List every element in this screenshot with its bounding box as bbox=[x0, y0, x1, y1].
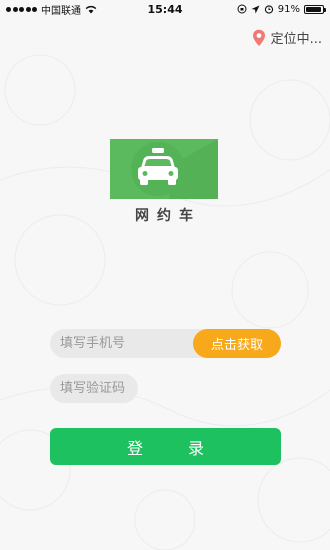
login-button[interactable]: 登录 bbox=[50, 428, 281, 465]
location-indicator[interactable]: 定位中... bbox=[252, 28, 322, 47]
phone-input[interactable] bbox=[50, 329, 200, 358]
status-left: 中国联通 bbox=[6, 2, 97, 17]
phone-row: 点击获取 bbox=[50, 329, 281, 358]
location-label: 定位中... bbox=[270, 32, 322, 47]
battery-percent: 91% bbox=[277, 3, 300, 15]
wifi-icon bbox=[85, 5, 97, 13]
location-pin-icon bbox=[252, 29, 265, 46]
app-logo bbox=[110, 139, 218, 199]
status-bar: 中国联通 15:44 91% bbox=[0, 0, 330, 18]
app-name: 网约车 bbox=[135, 208, 201, 224]
background-pattern bbox=[0, 54, 330, 550]
verification-code-input[interactable] bbox=[50, 374, 138, 403]
get-code-button[interactable]: 点击获取 bbox=[193, 329, 281, 358]
status-time: 15:44 bbox=[147, 2, 183, 16]
signal-icon bbox=[6, 6, 37, 12]
status-right: 91% bbox=[237, 3, 326, 15]
orientation-lock-icon bbox=[237, 4, 247, 14]
battery-fill bbox=[306, 6, 321, 12]
taxi-icon bbox=[131, 139, 218, 199]
battery-icon bbox=[304, 4, 326, 14]
carrier-label: 中国联通 bbox=[41, 5, 81, 17]
alarm-icon bbox=[264, 5, 273, 14]
location-arrow-icon bbox=[251, 5, 260, 13]
